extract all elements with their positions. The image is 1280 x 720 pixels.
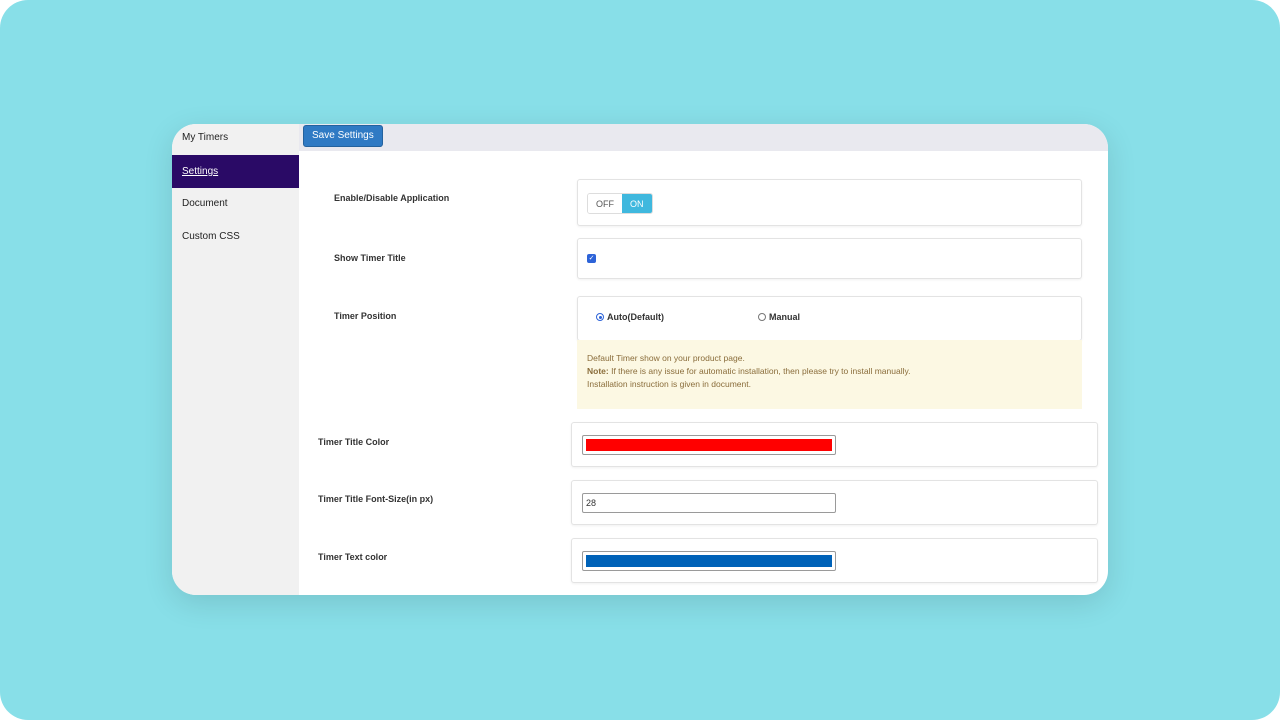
timer-position-box: Auto(Default) Manual	[577, 296, 1082, 341]
installation-note: Default Timer show on your product page.…	[577, 340, 1082, 409]
timer-title-font-size-input[interactable]	[582, 493, 836, 513]
show-timer-title-checkbox[interactable]: ✓	[587, 254, 596, 263]
position-auto-option[interactable]: Auto(Default)	[596, 312, 664, 322]
timer-title-color-swatch	[586, 439, 832, 451]
note-line-1: Default Timer show on your product page.	[587, 353, 745, 363]
sidebar-item-document[interactable]: Document	[172, 190, 299, 223]
position-manual-radio[interactable]	[758, 313, 766, 321]
timer-text-color-picker[interactable]	[582, 551, 836, 571]
enable-toggle[interactable]: OFF ON	[587, 193, 653, 214]
show-timer-title-box: ✓	[577, 238, 1082, 279]
note-line-2-text: If there is any issue for automatic inst…	[608, 366, 911, 376]
toggle-off-button[interactable]: OFF	[588, 194, 622, 213]
sidebar-item-settings[interactable]: Settings	[172, 155, 299, 188]
timer-position-label: Timer Position	[334, 311, 397, 321]
timer-title-color-label: Timer Title Color	[318, 437, 390, 447]
position-manual-option[interactable]: Manual	[758, 312, 800, 322]
timer-title-font-size-box	[571, 480, 1098, 525]
position-auto-label: Auto(Default)	[607, 312, 664, 322]
app-window: My Timers Settings Document Custom CSS S…	[172, 124, 1108, 595]
sidebar-item-custom-css[interactable]: Custom CSS	[172, 223, 299, 256]
timer-text-color-label: Timer Text color	[318, 552, 388, 562]
position-manual-label: Manual	[769, 312, 801, 322]
save-settings-button[interactable]: Save Settings	[303, 125, 383, 147]
sidebar-item-my-timers[interactable]: My Timers	[172, 124, 299, 157]
timer-text-color-box	[571, 538, 1098, 583]
toggle-on-button[interactable]: ON	[622, 194, 652, 213]
timer-text-color-swatch	[586, 555, 832, 567]
show-timer-title-label: Show Timer Title	[334, 253, 406, 263]
enable-disable-box: OFF ON	[577, 179, 1082, 226]
note-line-2: Note: If there is any issue for automati…	[587, 365, 1072, 378]
note-prefix: Note:	[587, 366, 609, 376]
timer-title-font-size-label: Timer Title Font-Size(in px)	[318, 494, 434, 504]
position-auto-radio[interactable]	[596, 313, 604, 321]
timer-title-color-box	[571, 422, 1098, 467]
timer-title-color-picker[interactable]	[582, 435, 836, 455]
enable-disable-label: Enable/Disable Application	[334, 193, 450, 203]
note-line-3: Installation instruction is given in doc…	[587, 379, 751, 389]
sidebar: My Timers Settings Document Custom CSS	[172, 124, 299, 595]
top-toolbar: Save Settings	[299, 124, 1108, 151]
